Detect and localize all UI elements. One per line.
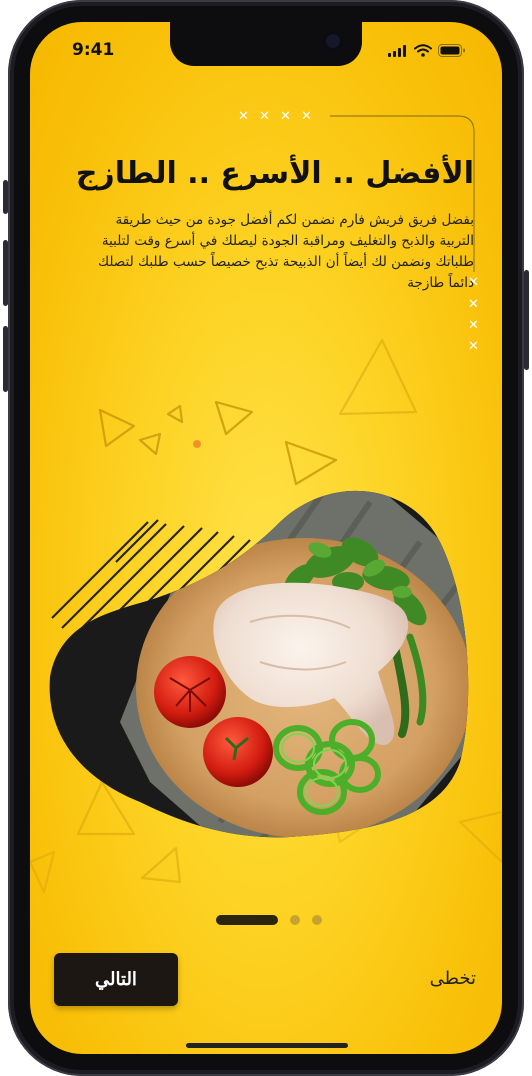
side-button-volume-up (3, 240, 8, 306)
side-button-power (524, 270, 529, 370)
page-dot[interactable] (312, 915, 322, 925)
skip-link[interactable]: تخطى (430, 968, 476, 989)
page-dot[interactable] (290, 915, 300, 925)
side-button-mute (3, 180, 8, 214)
page-dot-active[interactable] (216, 915, 278, 925)
page-indicator (216, 915, 322, 925)
home-indicator[interactable] (186, 1043, 348, 1048)
side-button-volume-down (3, 326, 8, 392)
food-illustration (49, 490, 469, 838)
next-button[interactable]: التالي (54, 953, 178, 1006)
onboarding-screen: 9:41 ✕ ✕ ✕ ✕ ✕ ✕ ✕ ✕ الأفضل .. الأسرع .. (30, 22, 502, 1054)
